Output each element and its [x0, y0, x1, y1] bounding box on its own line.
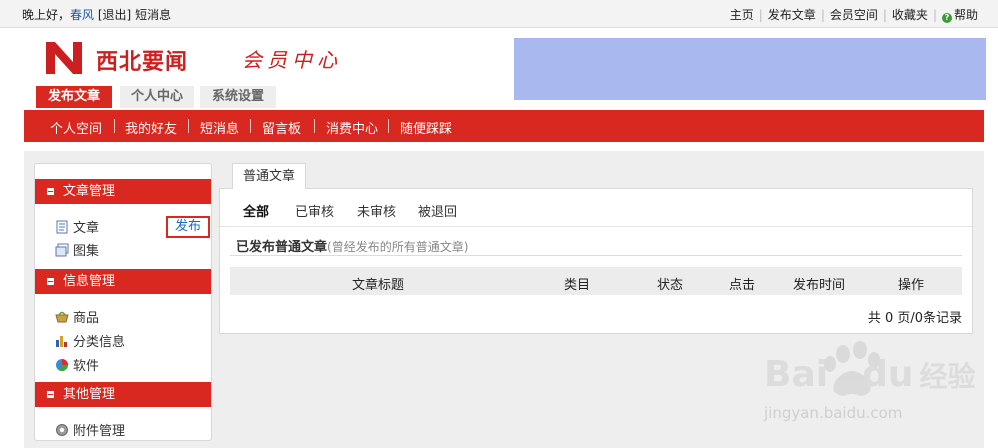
section-title: 已发布普通文章(曾经发布的所有普通文章): [236, 236, 468, 255]
sidebar-section-article-management[interactable]: 文章管理: [35, 179, 211, 204]
bar-chart-icon: [56, 336, 67, 347]
sub-nav-bar: 个人空间 我的好友 短消息 留言板 消费中心 随便踩踩: [24, 110, 984, 142]
watermark-brand: Bai: [764, 354, 829, 395]
gear-icon: [56, 424, 68, 436]
sidebar-section-info-management[interactable]: 信息管理: [35, 269, 211, 294]
publish-button[interactable]: 发布: [166, 216, 210, 238]
tab-normal-articles[interactable]: 普通文章: [232, 163, 306, 189]
sidebar-item-classifieds[interactable]: 分类信息: [55, 331, 125, 350]
favorites-link[interactable]: 收藏夹: [892, 8, 928, 22]
sidebar-section-title: 文章管理: [63, 184, 116, 199]
tab-publish-article[interactable]: 发布文章: [36, 86, 112, 108]
sidebar-item-label: 图集: [73, 244, 100, 259]
nav-separator: [388, 119, 389, 133]
greeting-text: 晚上好，: [22, 8, 71, 22]
basket-icon: [55, 311, 69, 323]
column-header-status: 状态: [657, 278, 684, 293]
nav-guestbook[interactable]: 留言板: [262, 118, 301, 137]
nav-separator: [314, 119, 315, 133]
sidebar-item-label: 软件: [73, 359, 100, 374]
article-panel: 全部 已审核 未审核 被退回 已发布普通文章(曾经发布的所有普通文章) 文章标题…: [219, 188, 973, 334]
help-label: 帮助: [953, 8, 978, 22]
help-link[interactable]: ? 帮助: [941, 8, 978, 23]
sidebar-section-title: 其他管理: [63, 387, 116, 402]
watermark-brand-2: du: [862, 354, 914, 395]
column-header-actions: 操作: [898, 278, 925, 293]
help-icon: ?: [941, 13, 952, 23]
document-icon: [56, 220, 68, 234]
filter-all[interactable]: 全部: [243, 201, 269, 220]
nav-separator: [250, 119, 251, 133]
collapse-icon: [47, 188, 54, 195]
sidebar-item-label: 文章: [73, 221, 100, 236]
table-header: 文章标题 类目 状态 点击 发布时间 操作: [230, 267, 962, 295]
tab-system-settings[interactable]: 系统设置: [200, 86, 276, 108]
watermark-cn: 经验: [919, 360, 976, 393]
column-header-clicks: 点击: [729, 278, 756, 293]
username-link[interactable]: 春风: [70, 8, 94, 22]
column-header-category: 类目: [564, 278, 591, 293]
sidebar-item-software[interactable]: 软件: [55, 355, 99, 374]
nav-separator: [114, 119, 115, 133]
sidebar-section-title: 信息管理: [63, 274, 116, 289]
publish-article-link[interactable]: 发布文章: [768, 8, 816, 22]
record-count: 共 0 页/0条记录: [867, 311, 962, 326]
filter-rejected[interactable]: 被退回: [418, 201, 457, 220]
column-header-title: 文章标题: [352, 278, 405, 293]
sidebar-item-label: 附件管理: [73, 424, 126, 439]
section-hint: (曾经发布的所有普通文章): [327, 240, 469, 254]
separator: |: [932, 8, 937, 22]
sidebar-section-other-management[interactable]: 其他管理: [35, 382, 211, 407]
logo-icon: [46, 42, 82, 74]
separator: |: [758, 8, 763, 22]
sidebar-item-label: 商品: [73, 311, 100, 326]
sidebar-item-goods[interactable]: 商品: [55, 307, 99, 326]
separator: |: [820, 8, 825, 22]
member-center-title: 会员中心: [242, 48, 342, 72]
nav-personal-space[interactable]: 个人空间: [50, 118, 102, 137]
divider: [220, 226, 972, 227]
baidu-watermark: Bai du 经验 jingyan.baidu.com: [740, 340, 990, 440]
sidebar-item-article[interactable]: 文章: [55, 217, 99, 236]
site-logo-text: 西北要闻: [96, 50, 189, 75]
nav-my-friends[interactable]: 我的好友: [125, 118, 177, 137]
sidebar: 文章管理 文章 发布 图集 信息管理 商品 分类信息 软件 其他管理 附件管理: [34, 163, 212, 441]
messages-link[interactable]: 短消息: [135, 8, 171, 22]
nav-browse-around[interactable]: 随便踩踩: [400, 118, 452, 137]
filter-pending[interactable]: 未审核: [357, 201, 396, 220]
pie-icon: [56, 359, 68, 372]
top-links: 主页 | 发布文章 | 会员空间 | 收藏夹 |? 帮助: [730, 6, 978, 23]
nav-separator: [188, 119, 189, 133]
column-header-publish-time: 发布时间: [793, 278, 846, 293]
sidebar-item-label: 分类信息: [73, 335, 126, 350]
sidebar-item-attachments[interactable]: 附件管理: [55, 420, 125, 439]
banner-ad[interactable]: [514, 38, 986, 100]
nav-messages[interactable]: 短消息: [200, 118, 239, 137]
member-space-link[interactable]: 会员空间: [830, 8, 878, 22]
separator: |: [882, 8, 887, 22]
collapse-icon: [47, 278, 54, 285]
section-title-text: 已发布普通文章: [236, 240, 328, 255]
filter-approved[interactable]: 已审核: [295, 201, 334, 220]
collapse-icon: [47, 391, 54, 398]
tab-personal-center[interactable]: 个人中心: [120, 86, 194, 108]
nav-consumption-center[interactable]: 消费中心: [326, 118, 378, 137]
home-link[interactable]: 主页: [730, 8, 754, 22]
sidebar-item-gallery[interactable]: 图集: [55, 240, 99, 259]
top-bar: 晚上好，春风 [退出] 短消息 主页 | 发布文章 | 会员空间 | 收藏夹 |? 帮助: [0, 0, 998, 28]
watermark-url: jingyan.baidu.com: [764, 404, 903, 422]
divider: [230, 255, 962, 256]
logout-link[interactable]: [退出]: [98, 8, 131, 22]
gallery-icon: [55, 243, 69, 257]
user-greeting: 晚上好，春风 [退出] 短消息: [22, 6, 171, 23]
